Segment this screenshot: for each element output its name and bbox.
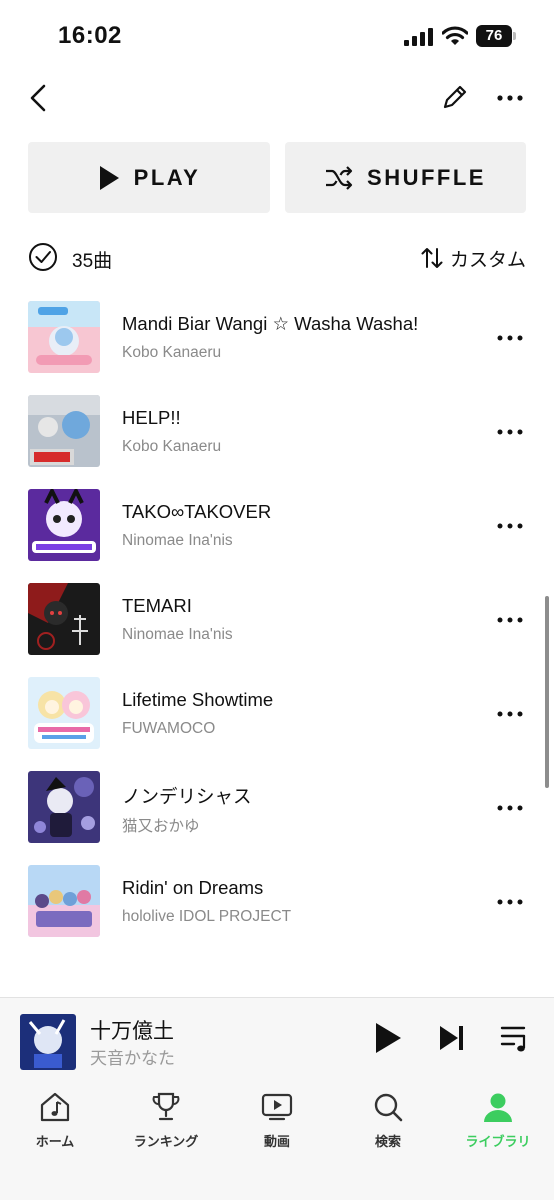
album-cover <box>28 301 100 373</box>
track-artist: 猫又おかゆ <box>122 818 200 835</box>
track-more-button[interactable] <box>492 510 528 542</box>
pencil-icon <box>443 85 467 109</box>
mini-player[interactable]: 十万億土 天音かなた <box>0 997 554 1083</box>
battery-indicator: 76 <box>476 25 516 47</box>
sort-arrows-icon <box>421 248 443 268</box>
list-info-row: 35曲 カスタム <box>28 238 526 278</box>
tab-video[interactable]: 動画 <box>222 1089 332 1157</box>
track-title: Lifetime Showtime <box>122 689 274 710</box>
track-artist: Ninomae Ina'nis <box>122 532 233 549</box>
now-playing-title: 十万億土 <box>90 1020 174 1043</box>
check-circle-icon[interactable] <box>28 242 58 272</box>
track-title: Mandi Biar Wangi ☆ Washa Washa! <box>122 313 419 334</box>
chevron-left-icon <box>30 84 46 112</box>
track-title: TEMARI <box>122 595 192 616</box>
track-more-button[interactable] <box>492 604 528 636</box>
tab-label: ライブラリ <box>465 1134 531 1149</box>
more-horizontal-icon <box>497 617 523 623</box>
track-title: HELP!! <box>122 407 181 428</box>
play-icon <box>99 165 119 190</box>
more-horizontal-icon <box>497 711 523 717</box>
back-button[interactable] <box>20 78 56 118</box>
mini-play-button[interactable] <box>368 1018 408 1058</box>
track-artist: Kobo Kanaeru <box>122 438 222 455</box>
track-title: ノンデリシャス <box>122 786 252 807</box>
album-cover <box>28 395 100 467</box>
more-horizontal-icon <box>497 335 523 341</box>
wifi-icon <box>442 26 468 45</box>
track-more-button[interactable] <box>492 698 528 730</box>
track-artist: Kobo Kanaeru <box>122 344 222 361</box>
search-icon <box>374 1093 403 1122</box>
next-track-button[interactable] <box>432 1018 472 1058</box>
album-cover <box>28 677 100 749</box>
profile-icon <box>484 1093 512 1122</box>
play-all-label: PLAY <box>133 164 201 190</box>
track-row[interactable]: Mandi Biar Wangi ☆ Washa Washa! Kobo Kan… <box>0 300 554 376</box>
tab-label: 検索 <box>374 1134 401 1149</box>
track-row[interactable]: TAKO∞TAKOVER Ninomae Ina'nis <box>0 488 554 564</box>
track-row[interactable]: ノンデリシャス 猫又おかゆ <box>0 770 554 846</box>
status-bar: 16:02 76 <box>0 0 554 72</box>
scrollbar[interactable] <box>545 596 549 788</box>
track-row[interactable]: TEMARI Ninomae Ina'nis <box>0 582 554 658</box>
tab-label: ランキング <box>133 1134 199 1149</box>
track-more-button[interactable] <box>492 416 528 448</box>
more-horizontal-icon <box>497 899 523 905</box>
tab-label: 動画 <box>263 1134 290 1149</box>
now-playing-cover <box>20 1014 76 1070</box>
track-title: TAKO∞TAKOVER <box>122 501 272 522</box>
edit-button[interactable] <box>434 78 474 118</box>
track-row[interactable]: HELP!! Kobo Kanaeru <box>0 394 554 470</box>
track-artist: hololive IDOL PROJECT <box>122 908 292 925</box>
skip-next-icon <box>440 1026 463 1050</box>
playlist-queue-icon <box>500 1026 526 1052</box>
tab-ranking[interactable]: ランキング <box>111 1089 221 1157</box>
sort-label: カスタム <box>449 249 526 271</box>
album-cover <box>28 771 100 843</box>
more-horizontal-icon <box>497 429 523 435</box>
track-title: Ridin' on Dreams <box>122 877 264 898</box>
more-horizontal-icon <box>497 523 523 529</box>
tab-bar: ホーム ランキング 動画 検索 ライブラリ <box>0 1083 554 1200</box>
cellular-signal-icon <box>404 28 433 46</box>
play-all-button[interactable]: PLAY <box>28 142 270 213</box>
more-options-button[interactable] <box>490 78 530 118</box>
more-horizontal-icon <box>497 805 523 811</box>
shuffle-label: SHUFFLE <box>367 164 486 190</box>
more-horizontal-icon <box>497 95 523 101</box>
album-cover <box>28 583 100 655</box>
track-more-button[interactable] <box>492 792 528 824</box>
now-playing-artist: 天音かなた <box>90 1049 175 1068</box>
tab-home[interactable]: ホーム <box>0 1089 110 1157</box>
tab-search[interactable]: 検索 <box>333 1089 443 1157</box>
song-count: 35曲 <box>72 251 113 272</box>
status-time: 16:02 <box>58 22 122 49</box>
shuffle-button[interactable]: SHUFFLE <box>285 142 526 213</box>
track-artist: FUWAMOCO <box>122 720 216 737</box>
video-icon <box>261 1093 293 1121</box>
home-note-icon <box>40 1092 70 1122</box>
album-cover <box>28 865 100 937</box>
track-row[interactable]: Lifetime Showtime FUWAMOCO <box>0 676 554 752</box>
track-more-button[interactable] <box>492 322 528 354</box>
album-cover <box>28 489 100 561</box>
track-row[interactable]: Ridin' on Dreams hololive IDOL PROJECT <box>0 864 554 940</box>
play-icon <box>376 1023 401 1053</box>
track-more-button[interactable] <box>492 886 528 918</box>
tab-library[interactable]: ライブラリ <box>443 1089 553 1157</box>
battery-tip <box>513 32 516 40</box>
tab-label: ホーム <box>35 1134 75 1149</box>
shuffle-icon <box>326 165 353 190</box>
battery-level: 76 <box>476 25 512 47</box>
trophy-icon <box>152 1092 180 1121</box>
sort-button[interactable]: カスタム <box>420 242 526 274</box>
track-artist: Ninomae Ina'nis <box>122 626 233 643</box>
queue-button[interactable] <box>496 1018 536 1058</box>
